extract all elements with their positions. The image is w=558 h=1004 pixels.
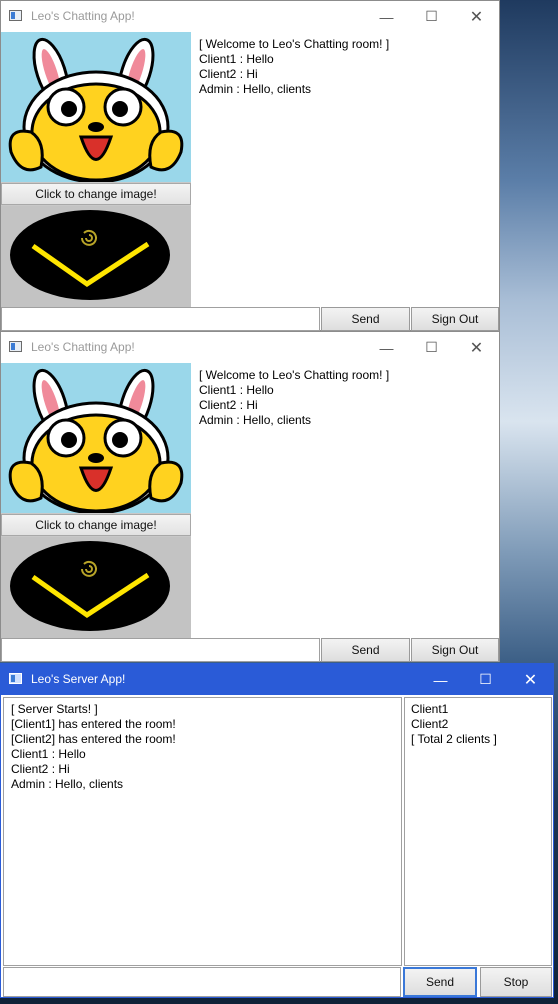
maximize-icon[interactable]: ☐ [409, 332, 454, 363]
log-line: [Client1] has entered the room! [11, 717, 176, 731]
logo-image [1, 537, 191, 638]
close-icon[interactable]: ✕ [454, 332, 499, 363]
message-input[interactable] [1, 307, 320, 331]
input-bar: Send Sign Out [1, 307, 499, 331]
client-list-item[interactable]: Client2 [411, 717, 545, 732]
logo-image [1, 206, 191, 307]
client-list-item[interactable]: Client1 [411, 702, 545, 717]
chat-display[interactable]: [ Welcome to Leo's Chatting room! ] Clie… [192, 32, 499, 307]
chat-line: Client2 : Hi [199, 67, 258, 81]
chat-line: Client1 : Hello [199, 383, 274, 397]
chat-line: Admin : Hello, clients [199, 82, 312, 96]
maximize-icon[interactable]: ☐ [463, 664, 508, 695]
client-window-1: Leo's Chatting App! — ☐ ✕ Click to chang… [0, 0, 500, 331]
log-line: Client2 : Hi [11, 762, 70, 776]
message-input[interactable] [3, 967, 401, 997]
title-bar[interactable]: Leo's Chatting App! — ☐ ✕ [1, 1, 499, 32]
log-line: Admin : Hello, clients [11, 777, 124, 791]
stop-button[interactable]: Stop [480, 967, 552, 997]
send-button[interactable]: Send [321, 638, 410, 662]
message-input[interactable] [1, 638, 320, 662]
close-icon[interactable]: ✕ [508, 664, 553, 695]
maximize-icon[interactable]: ☐ [409, 1, 454, 32]
server-window: Leo's Server App! — ☐ ✕ [ Server Starts!… [0, 663, 554, 998]
app-window-icon [9, 10, 22, 21]
chat-line: Client1 : Hello [199, 52, 274, 66]
minimize-icon[interactable]: — [418, 664, 463, 695]
cartoon-avatar-image [8, 368, 184, 513]
app-window-icon [9, 341, 22, 352]
log-line: [Client2] has entered the room! [11, 732, 176, 746]
avatar-image [1, 363, 191, 513]
window-title: Leo's Chatting App! [31, 9, 135, 23]
profile-panel: Click to change image! [1, 32, 191, 307]
avatar-image [1, 32, 191, 182]
server-log[interactable]: [ Server Starts! ] [Client1] has entered… [3, 697, 402, 966]
send-button[interactable]: Send [321, 307, 410, 331]
minimize-icon[interactable]: — [364, 332, 409, 363]
log-line: Client1 : Hello [11, 747, 86, 761]
title-bar[interactable]: Leo's Server App! — ☐ ✕ [1, 664, 553, 695]
sign-out-button[interactable]: Sign Out [411, 638, 499, 662]
send-button[interactable]: Send [403, 967, 477, 997]
gold-chevron-logo-image [10, 541, 170, 631]
chat-display[interactable]: [ Welcome to Leo's Chatting room! ] Clie… [192, 363, 499, 638]
change-image-button[interactable]: Click to change image! [1, 514, 191, 536]
title-bar[interactable]: Leo's Chatting App! — ☐ ✕ [1, 332, 499, 363]
client-window-2: Leo's Chatting App! — ☐ ✕ Click to chang… [0, 331, 500, 662]
app-window-icon [9, 673, 22, 684]
gold-chevron-logo-image [10, 210, 170, 300]
close-icon[interactable]: ✕ [454, 1, 499, 32]
log-line: [ Server Starts! ] [11, 702, 98, 716]
change-image-button[interactable]: Click to change image! [1, 183, 191, 205]
chat-line: [ Welcome to Leo's Chatting room! ] [199, 368, 390, 382]
chat-line: Client2 : Hi [199, 398, 258, 412]
client-count: [ Total 2 clients ] [411, 732, 497, 746]
window-title: Leo's Chatting App! [31, 340, 135, 354]
input-bar: Send Stop [3, 967, 552, 997]
sign-out-button[interactable]: Sign Out [411, 307, 499, 331]
window-title: Leo's Server App! [31, 672, 126, 686]
chat-line: Admin : Hello, clients [199, 413, 312, 427]
cartoon-avatar-image [8, 37, 184, 182]
profile-panel: Click to change image! [1, 363, 191, 638]
chat-line: [ Welcome to Leo's Chatting room! ] [199, 37, 390, 51]
client-list[interactable]: Client1 Client2 [ Total 2 clients ] [404, 697, 552, 966]
input-bar: Send Sign Out [1, 638, 499, 662]
minimize-icon[interactable]: — [364, 1, 409, 32]
